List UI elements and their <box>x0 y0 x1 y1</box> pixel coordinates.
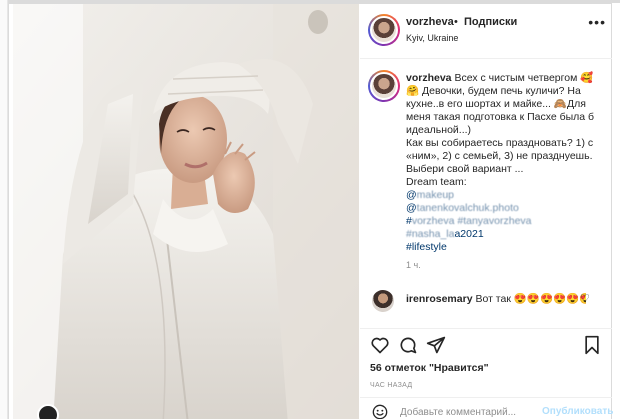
comment-item: irenrosemary Вот так 😍😍😍😍😍😍 <box>406 292 586 305</box>
caption-username[interactable]: vorzheva <box>406 72 452 84</box>
author-avatar[interactable] <box>368 14 400 46</box>
comments-section[interactable]: vorzheva Всех с чистым четвергом 🥰🤗 Дево… <box>360 60 612 328</box>
caption-text-4: Как вы собираетесь праздновать? 1) с «ни… <box>406 137 594 175</box>
caption-mention-2-blurred: tanenkovalchuk.photo <box>416 202 519 214</box>
caption-text-1: Всех с чистым четвергом <box>454 72 578 84</box>
more-options-icon[interactable]: ••• <box>588 14 606 30</box>
caption-time: 1 ч. <box>406 260 421 270</box>
post-side-pane: vorzheva • Подписки Kyiv, Ukraine ••• vo… <box>360 4 613 419</box>
comment-emoji: 😍😍😍😍😍😍 <box>513 293 586 305</box>
share-icon[interactable] <box>426 335 446 355</box>
photo-tag-avatar[interactable] <box>37 404 59 419</box>
caption-hashtag-tail[interactable]: a2021 <box>454 228 483 240</box>
publish-button[interactable]: Опубликовать <box>542 406 613 417</box>
comment-text: Вот так <box>475 293 511 305</box>
post-photo-illustration <box>13 4 359 419</box>
add-comment-bar: Опубликовать <box>360 397 613 419</box>
post-location[interactable]: Kyiv, Ukraine <box>406 33 458 43</box>
comment-like-heart-icon[interactable]: ♡ <box>580 292 590 305</box>
left-strip <box>0 0 8 419</box>
following-button[interactable]: Подписки <box>464 16 517 28</box>
caption-emoji-2: 🙈 <box>553 98 567 110</box>
like-heart-icon[interactable] <box>370 335 390 355</box>
author-username[interactable]: vorzheva <box>406 16 454 28</box>
post-photo[interactable] <box>13 4 359 419</box>
caption-author-avatar[interactable] <box>368 70 400 102</box>
comment-input[interactable] <box>400 403 536 419</box>
comment-icon[interactable] <box>398 335 418 355</box>
commenter-username[interactable]: irenrosemary <box>406 293 473 305</box>
likes-count[interactable]: 56 отметок "Нравится" <box>370 362 489 374</box>
post-header: vorzheva • Подписки Kyiv, Ukraine ••• <box>360 4 612 59</box>
caption-text-5: Dream team: <box>406 176 467 188</box>
caption-mention-1-blurred: makeup <box>416 189 455 201</box>
post-time[interactable]: ЧАС НАЗАД <box>370 382 412 389</box>
emoji-picker-icon[interactable] <box>372 404 388 419</box>
caption-hashtag-lifestyle[interactable]: #lifestyle <box>406 241 447 253</box>
post-actions: 56 отметок "Нравится" ЧАС НАЗАД Опублико… <box>360 328 613 419</box>
bookmark-icon[interactable] <box>582 335 602 355</box>
post-caption: vorzheva Всех с чистым четвергом 🥰🤗 Дево… <box>406 72 606 254</box>
caption-hashtags[interactable]: # <box>406 215 412 227</box>
caption-mention-1[interactable]: @ <box>406 189 417 201</box>
separator-dot: • <box>454 16 458 28</box>
caption-mention-2[interactable]: @ <box>406 202 417 214</box>
commenter-avatar[interactable] <box>372 290 394 312</box>
